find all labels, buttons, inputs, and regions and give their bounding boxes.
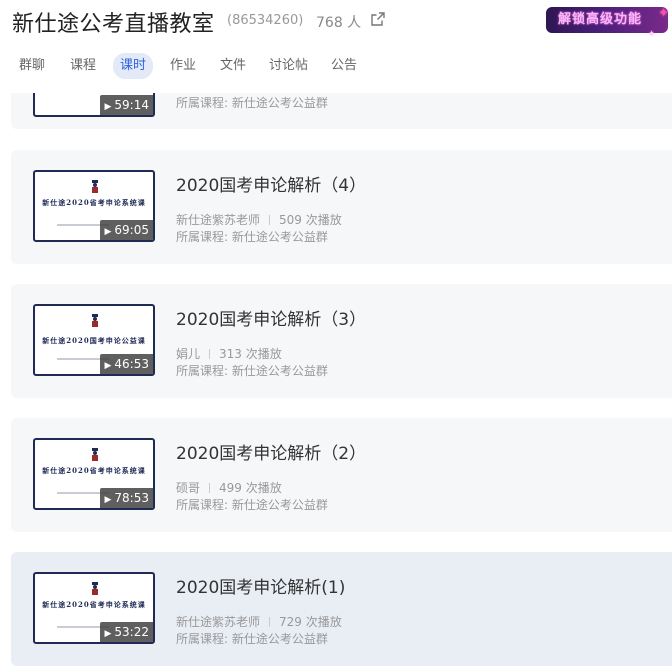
lesson-teacher: 硕哥: [176, 481, 201, 495]
duration-badge: ▶ 69:05: [100, 220, 153, 240]
tab-discussions[interactable]: 讨论帖: [269, 54, 308, 78]
tab-chat[interactable]: 群聊: [19, 54, 45, 78]
group-header: 新仕途公考直播教室 (86534260) 768 人 解锁高级功能 ✦ ✦: [0, 0, 672, 44]
duration-text: 46:53: [114, 357, 149, 371]
duration-badge: ▶ 46:53: [100, 354, 153, 374]
thumbnail-title: 新仕途2020省考申论系统课: [42, 600, 146, 609]
lesson-card[interactable]: 新仕途2020省考申论系统课 ▶ 69:05 2020国考申论解析（4） 新仕途紫…: [11, 150, 672, 264]
duration-text: 69:05: [114, 223, 149, 237]
lesson-title[interactable]: 2020国考申论解析（2）: [176, 439, 366, 464]
play-icon: ▶: [104, 361, 112, 371]
tab-homework[interactable]: 作业: [170, 54, 196, 78]
play-icon: ▶: [104, 495, 112, 505]
lesson-course: 所属课程: 新仕途公考公益群: [176, 364, 328, 378]
thumbnail-figure-icon: [92, 582, 98, 595]
duration-text: 78:53: [114, 491, 149, 505]
tab-announcements[interactable]: 公告: [331, 54, 357, 78]
lesson-course: 所属课程: 新仕途公考公益群: [176, 230, 328, 244]
thumbnail-title: 新仕途2020省考申论系统课: [42, 198, 146, 207]
duration-badge: ▶ 53:22: [100, 622, 153, 642]
unlock-premium-label: 解锁高级功能: [558, 12, 643, 27]
lesson-title[interactable]: 2020国考申论解析（4）: [176, 171, 366, 196]
meta-divider: [209, 349, 211, 359]
thumbnail-figure-icon: [92, 180, 98, 193]
thumbnail-title: 新仕途2020国考申论公益课: [42, 336, 146, 345]
duration-text: 59:14: [114, 98, 149, 112]
lesson-plays: 729 次播放: [279, 615, 342, 629]
thumbnail-title: 新仕途2020省考申论系统课: [42, 466, 146, 475]
lesson-plays: 509 次播放: [279, 213, 342, 227]
lesson-meta: 新仕途紫苏老师 509 次播放: [176, 211, 342, 228]
meta-divider: [269, 617, 271, 627]
lesson-course: 所属课程: 新仕途公考公益群: [176, 96, 328, 110]
lesson-meta: 娟儿 313 次播放: [176, 345, 282, 362]
play-icon: ▶: [104, 629, 112, 639]
thumbnail-figure-icon: [92, 448, 98, 461]
play-icon: ▶: [104, 227, 112, 237]
thumbnail-figure-icon: [92, 314, 98, 327]
meta-divider: [209, 483, 211, 493]
sparkle-small-icon: ✦: [648, 29, 656, 38]
lesson-plays: 499 次播放: [219, 481, 282, 495]
lesson-title[interactable]: 2020国考申论解析(1): [176, 573, 345, 598]
lesson-card[interactable]: 新仕途2020省考申论系统课 ▶ 78:53 2020国考申论解析（2） 硕哥 49…: [11, 418, 672, 532]
group-name: 新仕途公考直播教室: [12, 12, 215, 37]
tab-files[interactable]: 文件: [220, 54, 246, 78]
tab-courses[interactable]: 课程: [70, 54, 96, 78]
sparkle-icon: ✦: [658, 6, 670, 21]
play-icon: ▶: [104, 102, 112, 112]
lesson-thumbnail[interactable]: ▶ 59:14: [33, 93, 155, 117]
external-link-icon[interactable]: [370, 11, 386, 27]
lesson-card[interactable]: 新仕途2020国考申论公益课 ▶ 46:53 2020国考申论解析（3） 娟儿 31…: [11, 284, 672, 398]
meta-divider: [269, 215, 271, 225]
duration-badge: ▶ 78:53: [100, 488, 153, 508]
tab-lessons[interactable]: 课时: [113, 53, 154, 79]
duration-text: 53:22: [114, 625, 149, 639]
lesson-course: 所属课程: 新仕途公考公益群: [176, 498, 328, 512]
lesson-plays: 313 次播放: [219, 347, 282, 361]
lesson-thumbnail[interactable]: 新仕途2020省考申论系统课 ▶ 78:53: [33, 438, 155, 510]
lesson-teacher: 娟儿: [176, 347, 201, 361]
unlock-premium-button[interactable]: 解锁高级功能 ✦ ✦: [546, 6, 669, 38]
lesson-meta: 硕哥 499 次播放: [176, 479, 282, 496]
lesson-title[interactable]: 2020国考申论解析（3）: [176, 305, 366, 330]
lesson-meta: 新仕途紫苏老师 729 次播放: [176, 613, 342, 630]
lesson-teacher: 新仕途紫苏老师: [176, 615, 261, 629]
lesson-thumbnail[interactable]: 新仕途2020省考申论系统课 ▶ 53:22: [33, 572, 155, 644]
duration-badge: ▶ 59:14: [100, 95, 153, 115]
lesson-course: 所属课程: 新仕途公考公益群: [176, 632, 328, 646]
lesson-thumbnail[interactable]: 新仕途2020国考申论公益课 ▶ 46:53: [33, 304, 155, 376]
group-id: (86534260): [227, 13, 304, 28]
lesson-teacher: 新仕途紫苏老师: [176, 213, 261, 227]
lesson-card[interactable]: 新仕途2020省考申论系统课 ▶ 53:22 2020国考申论解析(1) 新仕途紫…: [11, 552, 672, 666]
lesson-thumbnail[interactable]: 新仕途2020省考申论系统课 ▶ 69:05: [33, 170, 155, 242]
lesson-card[interactable]: ▶ 59:14 所属课程: 新仕途公考公益群: [11, 93, 672, 129]
lesson-list[interactable]: ▶ 59:14 所属课程: 新仕途公考公益群 新仕途2020省考申论系统课 ▶ 69…: [0, 93, 672, 671]
member-count[interactable]: 768 人: [316, 12, 361, 32]
tab-bar: 群聊 课程 课时 作业 文件 讨论帖 公告: [0, 50, 672, 80]
